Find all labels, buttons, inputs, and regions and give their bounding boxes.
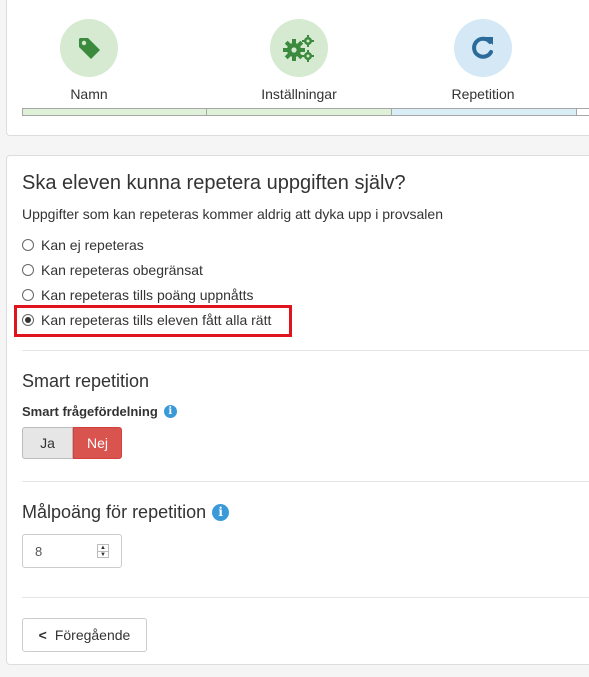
radio-button[interactable]: [22, 289, 34, 301]
radio-option-poang[interactable]: Kan repeteras tills poäng uppnåtts: [22, 287, 253, 303]
smart-repetition-title: Smart repetition: [22, 371, 150, 391]
stepper-down-icon[interactable]: ▼: [98, 552, 108, 558]
highlight-box: [14, 305, 292, 337]
malpoang-title: Målpoäng för repetition i: [22, 502, 230, 523]
gears-icon: [283, 35, 314, 62]
progress-segment-repetition: [391, 108, 577, 116]
step-repetition[interactable]: Repetition: [403, 19, 563, 102]
info-icon[interactable]: i: [163, 405, 177, 418]
progress-segment-installningar: [206, 108, 392, 116]
ja-button[interactable]: Ja: [22, 427, 73, 459]
divider: [22, 350, 589, 351]
step-installningar[interactable]: Inställningar: [219, 19, 379, 102]
chevron-left-icon: <: [38, 627, 47, 643]
smart-fragefordelning-text: Smart frågefördelning: [22, 404, 158, 419]
radio-option-kan-ej[interactable]: Kan ej repeteras: [22, 237, 144, 253]
question-title: Ska eleven kunna repetera uppgiften själ…: [22, 172, 406, 194]
step-namn-label: Namn: [70, 86, 108, 102]
step-repetition-label: Repetition: [451, 86, 515, 102]
redo-icon: [472, 36, 493, 59]
previous-button-label: Föregående: [54, 627, 131, 643]
repetition-settings-panel: Ska eleven kunna repetera uppgiften själ…: [6, 155, 589, 665]
nej-button[interactable]: Nej: [73, 427, 122, 459]
divider: [22, 597, 589, 598]
progress-segment-namn: [22, 108, 207, 116]
radio-label: Kan repeteras tills poäng uppnåtts: [41, 287, 254, 303]
step-namn-circle[interactable]: [60, 19, 118, 77]
step-repetition-circle[interactable]: [454, 19, 512, 77]
progress-segment-next: [576, 108, 589, 116]
question-help-text: Uppgifter som kan repeteras kommer aldri…: [22, 206, 443, 222]
tag-icon: [79, 38, 100, 59]
smart-toggle: Ja Nej: [22, 427, 122, 459]
malpoang-value: 8: [35, 543, 43, 559]
stepper-up-icon[interactable]: ▲: [98, 545, 108, 552]
radio-option-obegransat[interactable]: Kan repeteras obegränsat: [22, 262, 203, 278]
radio-label: Kan repeteras obegränsat: [41, 262, 203, 278]
radio-label: Kan ej repeteras: [41, 237, 144, 253]
info-icon[interactable]: i: [212, 503, 230, 521]
step-installningar-circle[interactable]: [270, 19, 328, 77]
previous-button[interactable]: < Föregående: [22, 618, 147, 652]
step-installningar-label: Inställningar: [261, 86, 337, 102]
radio-button[interactable]: [22, 239, 34, 251]
radio-button[interactable]: [22, 264, 34, 276]
wizard-steps-panel: Namn Inställningar Repetition: [6, 0, 589, 136]
malpoang-number-input[interactable]: 8 ▲ ▼: [22, 534, 122, 568]
smart-fragefordelning-label: Smart frågefördelning i: [22, 404, 177, 419]
step-namn[interactable]: Namn: [9, 19, 169, 102]
number-stepper[interactable]: ▲ ▼: [97, 544, 109, 558]
divider: [22, 481, 589, 482]
malpoang-title-text: Målpoäng för repetition: [22, 502, 207, 522]
